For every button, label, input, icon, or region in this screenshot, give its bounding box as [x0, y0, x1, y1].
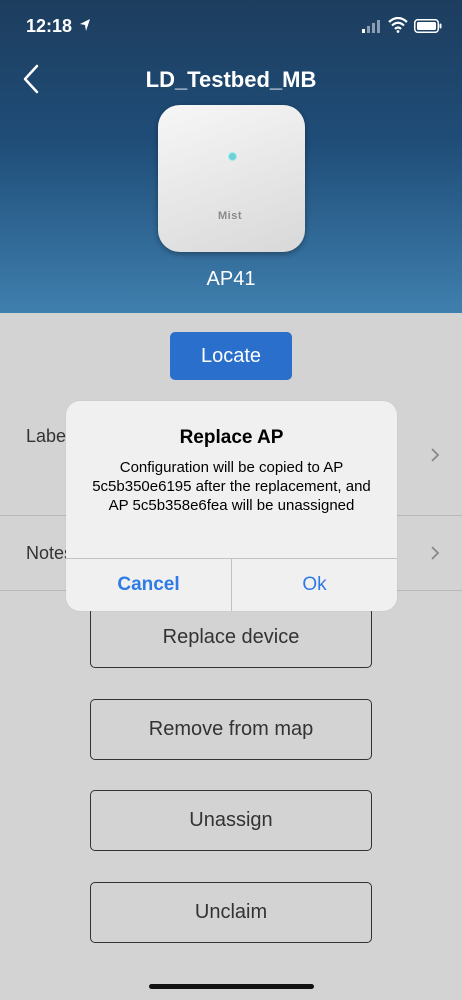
status-bar: 12:18: [0, 0, 462, 54]
device-image: Mist: [158, 105, 305, 252]
locate-button[interactable]: Locate: [170, 332, 292, 380]
chevron-right-icon[interactable]: [430, 545, 440, 561]
cancel-button[interactable]: Cancel: [66, 559, 231, 611]
status-time: 12:18: [26, 16, 73, 36]
dialog-title: Replace AP: [179, 427, 284, 448]
page-title: LD_Testbed_MB: [145, 67, 317, 92]
device-name: AP41: [206, 268, 256, 290]
battery-icon: [414, 19, 442, 33]
device-header: 12:18 LD_Testbed_MB Mist AP41: [0, 0, 462, 313]
brand-logo: Mist: [218, 210, 242, 222]
remove-from-map-button[interactable]: Remove from map: [90, 699, 372, 760]
signal-icon: [362, 20, 380, 33]
location-arrow-icon: [80, 19, 90, 31]
chevron-right-icon[interactable]: [430, 447, 440, 463]
ok-button[interactable]: Ok: [232, 559, 397, 611]
wifi-icon: [388, 17, 408, 33]
unclaim-button[interactable]: Unclaim: [90, 882, 372, 943]
dialog-message: Configuration will be copied to AP 5c5b3…: [92, 459, 371, 514]
replace-ap-dialog: Replace AP Configuration will be copied …: [66, 401, 397, 611]
home-indicator[interactable]: [149, 984, 314, 989]
led-indicator: [228, 152, 237, 161]
unassign-button[interactable]: Unassign: [90, 790, 372, 851]
replace-device-button[interactable]: Replace device: [90, 607, 372, 668]
